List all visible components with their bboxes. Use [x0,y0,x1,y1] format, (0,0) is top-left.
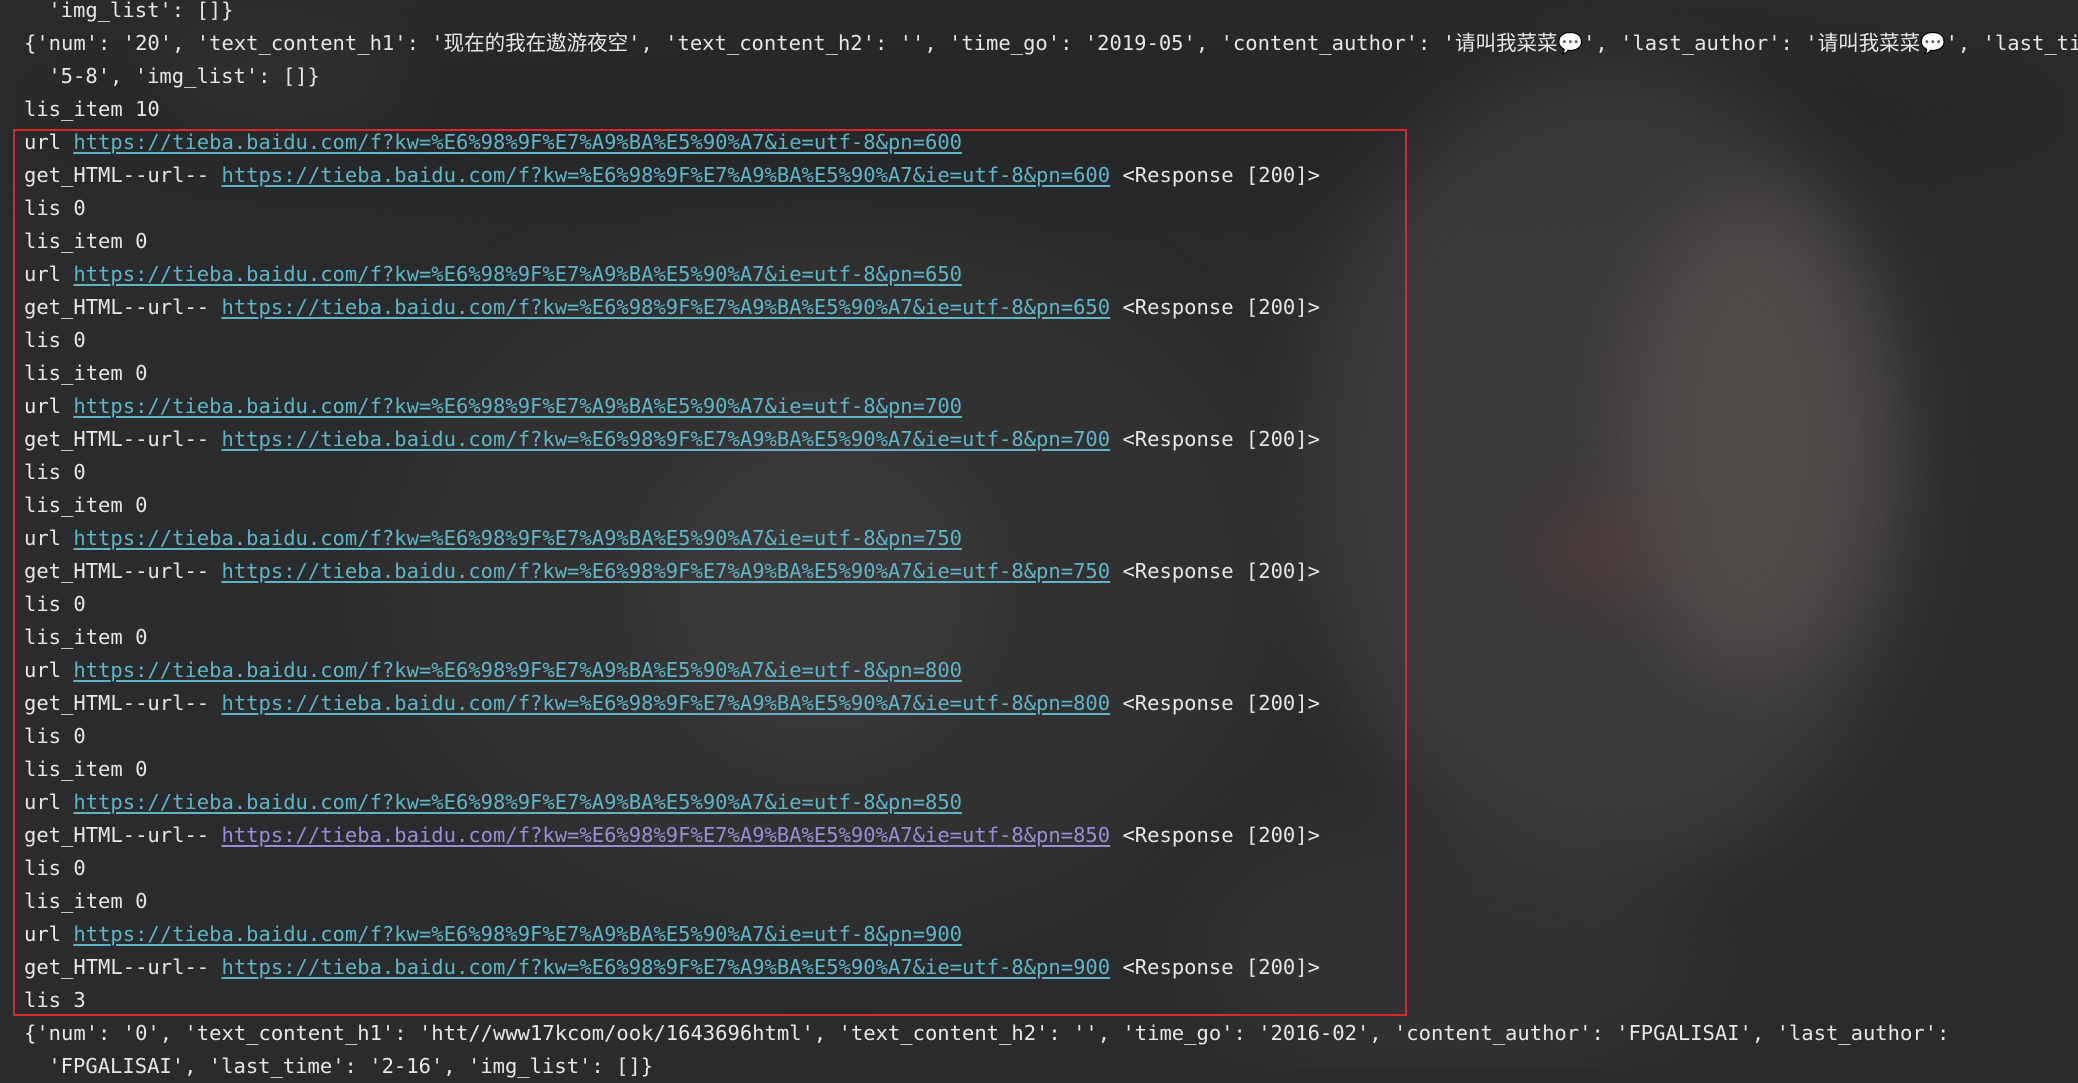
highlight-annotation-box [13,129,1407,1016]
console-line: {'num': '0', 'text_content_h1': 'htt//ww… [24,1021,1950,1045]
console-line: 'img_list': []} [36,0,234,22]
console-line: {'num': '20', 'text_content_h1': '现在的我在遨… [24,31,2078,55]
console-line: lis_item 10 [24,97,160,121]
console-line: '5-8', 'img_list': []} [36,64,320,88]
console-line: 'FPGALISAI', 'last_time': '2-16', 'img_l… [36,1054,654,1078]
